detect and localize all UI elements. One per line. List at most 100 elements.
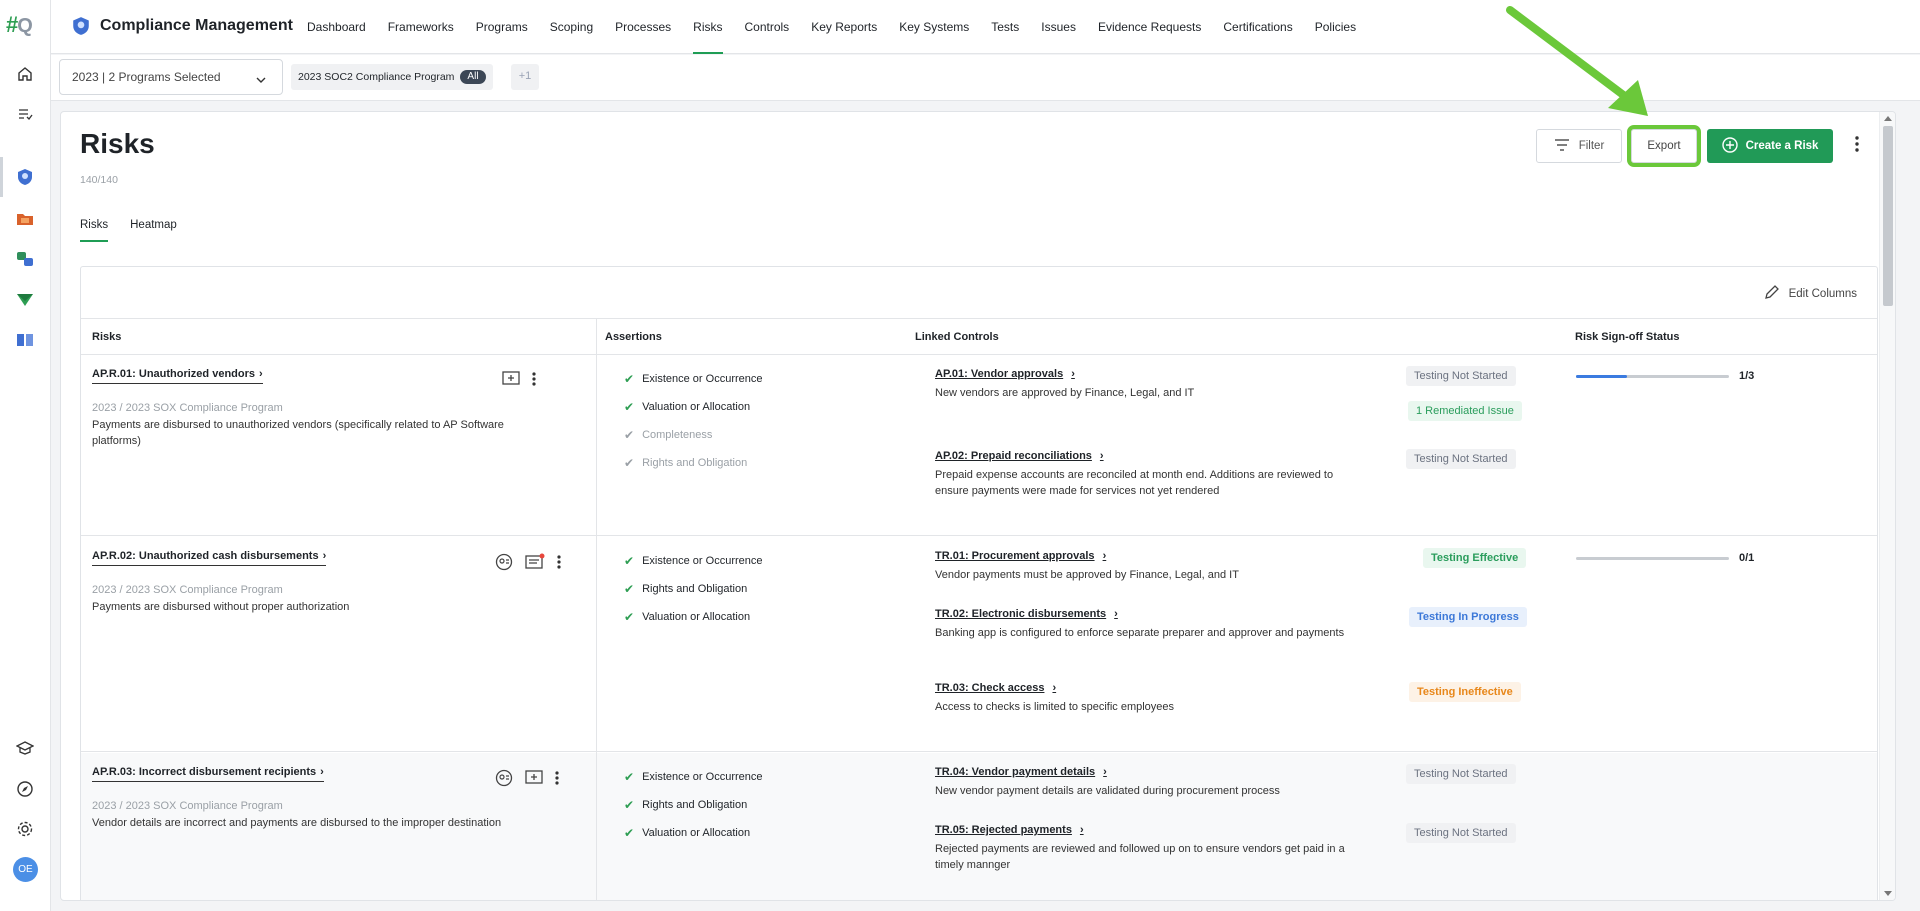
filter-icon <box>1554 138 1570 154</box>
chevron-right-icon: › <box>1052 682 1057 694</box>
program-selector[interactable]: 2023 | 2 Programs Selected <box>59 59 283 95</box>
more-options-icon[interactable] <box>1855 136 1859 157</box>
control-description: Access to checks is limited to specific … <box>935 701 1175 713</box>
more-options-icon[interactable] <box>532 372 536 391</box>
control-link[interactable]: TR.04: Vendor payment details › <box>935 766 1107 778</box>
comment-icon[interactable] <box>525 553 545 576</box>
compliance-logo-icon <box>71 15 91 42</box>
chevron-right-icon: › <box>259 368 263 380</box>
risk-program: 2023 / 2023 SOX Compliance Program <box>92 800 283 812</box>
book-icon[interactable] <box>13 328 37 352</box>
pencil-icon <box>1764 284 1780 303</box>
nav-policies[interactable]: Policies <box>1304 0 1367 54</box>
check-icon: ✔ <box>624 428 635 442</box>
more-options-icon[interactable] <box>555 771 559 790</box>
assertion-item: ✔ Rights and Obligation <box>624 582 748 596</box>
settings-icon[interactable] <box>13 817 37 841</box>
nav-items: Dashboard Frameworks Programs Scoping Pr… <box>296 0 1367 54</box>
send-icon[interactable] <box>13 288 37 312</box>
chevron-right-icon: › <box>1071 368 1075 380</box>
control-link[interactable]: TR.05: Rejected payments › <box>935 824 1084 836</box>
nav-processes[interactable]: Processes <box>604 0 682 54</box>
avatar[interactable]: OE <box>13 857 38 882</box>
header-risks[interactable]: Risks <box>92 331 121 343</box>
add-comment-icon[interactable] <box>502 371 520 392</box>
nav-evidence-requests[interactable]: Evidence Requests <box>1087 0 1212 54</box>
nav-certifications[interactable]: Certifications <box>1212 0 1303 54</box>
tasks-icon[interactable] <box>13 102 37 126</box>
chevron-right-icon: › <box>1102 550 1107 562</box>
control-description: Vendor payments must be approved by Fina… <box>935 569 1239 581</box>
scrollbar[interactable] <box>1879 112 1895 900</box>
control-link[interactable]: TR.03: Check access › <box>935 682 1056 694</box>
chevron-right-icon: › <box>1099 450 1104 462</box>
check-icon: ✔ <box>624 610 635 624</box>
status-badge: Testing In Progress <box>1409 607 1527 627</box>
risk-link[interactable]: AP.R.02: Unauthorized cash disbursements… <box>92 550 327 566</box>
header-signoff[interactable]: Risk Sign-off Status <box>1575 331 1680 343</box>
signoff-progress <box>1576 375 1729 378</box>
nav-frameworks[interactable]: Frameworks <box>377 0 465 54</box>
home-icon[interactable] <box>13 62 37 86</box>
remediated-issue-badge[interactable]: 1 Remediated Issue <box>1408 401 1522 421</box>
tab-heatmap[interactable]: Heatmap <box>130 219 177 242</box>
scrollbar-thumb[interactable] <box>1883 126 1893 306</box>
assertion-item: ✔ Valuation or Allocation <box>624 610 751 624</box>
nav-key-reports[interactable]: Key Reports <box>800 0 888 54</box>
create-risk-button[interactable]: Create a Risk <box>1707 129 1833 163</box>
risk-link[interactable]: AP.R.01: Unauthorized vendors › <box>92 368 263 384</box>
header-assertions[interactable]: Assertions <box>605 331 662 343</box>
nav-tests[interactable]: Tests <box>980 0 1030 54</box>
signoff-progress <box>1576 557 1729 560</box>
filter-label: Filter <box>1578 140 1605 152</box>
table-row[interactable]: AP.R.02: Unauthorized cash disbursements… <box>81 537 1877 752</box>
assertion-item: ✔ Rights and Obligation <box>624 798 748 812</box>
risk-program: 2023 / 2023 SOX Compliance Program <box>92 584 283 596</box>
app-logo[interactable]: #Q <box>6 12 33 38</box>
compliance-icon[interactable] <box>0 157 37 197</box>
compass-icon[interactable] <box>13 777 37 801</box>
risk-count: 140/140 <box>80 174 118 186</box>
status-badge: Testing Not Started <box>1406 764 1516 784</box>
nav-dashboard[interactable]: Dashboard <box>296 0 377 54</box>
signoff-progress-fill <box>1576 375 1627 378</box>
owner-icon[interactable] <box>495 553 513 576</box>
nav-scoping[interactable]: Scoping <box>539 0 604 54</box>
chevron-right-icon: › <box>1103 766 1107 778</box>
chevron-right-icon: › <box>322 550 327 562</box>
status-badge: Testing Effective <box>1423 548 1527 568</box>
owner-icon[interactable] <box>495 769 513 792</box>
control-link[interactable]: AP.01: Vendor approvals › <box>935 368 1075 380</box>
table-header: Risks Assertions Linked Controls Risk Si… <box>81 318 1877 355</box>
table-row[interactable]: AP.R.03: Incorrect disbursement recipien… <box>81 753 1877 900</box>
table-row[interactable]: AP.R.01: Unauthorized vendors › 2023 / 20… <box>81 355 1877 536</box>
check-icon: ✔ <box>624 456 635 470</box>
nav-issues[interactable]: Issues <box>1030 0 1087 54</box>
filter-button[interactable]: Filter <box>1536 129 1622 163</box>
scroll-down-icon[interactable] <box>1884 891 1892 896</box>
folder-icon[interactable] <box>13 207 37 231</box>
tab-risks[interactable]: Risks <box>80 219 109 242</box>
scroll-up-icon[interactable] <box>1884 116 1892 121</box>
nav-controls[interactable]: Controls <box>734 0 801 54</box>
edit-columns-button[interactable]: Edit Columns <box>1764 284 1857 303</box>
risk-link[interactable]: AP.R.03: Incorrect disbursement recipien… <box>92 766 324 782</box>
export-button[interactable]: Export <box>1627 125 1701 167</box>
header-linked-controls[interactable]: Linked Controls <box>915 331 999 343</box>
control-link[interactable]: AP.02: Prepaid reconciliations › <box>935 450 1104 462</box>
sync-icon[interactable] <box>13 247 37 271</box>
chevron-right-icon: › <box>320 766 324 778</box>
nav-key-systems[interactable]: Key Systems <box>888 0 980 54</box>
check-icon: ✔ <box>624 582 635 596</box>
nav-risks[interactable]: Risks <box>682 0 733 54</box>
control-link[interactable]: TR.01: Procurement approvals › <box>935 550 1106 562</box>
status-badge: Testing Not Started <box>1406 823 1516 843</box>
learning-icon[interactable] <box>13 736 37 760</box>
nav-programs[interactable]: Programs <box>465 0 539 54</box>
more-options-icon[interactable] <box>557 555 561 574</box>
check-icon: ✔ <box>624 554 635 568</box>
control-link[interactable]: TR.02: Electronic disbursements › <box>935 608 1118 620</box>
add-comment-icon[interactable] <box>525 770 543 791</box>
program-chip[interactable]: 2023 SOC2 Compliance Program All <box>291 64 493 90</box>
more-programs-button[interactable]: +1 <box>511 64 539 90</box>
